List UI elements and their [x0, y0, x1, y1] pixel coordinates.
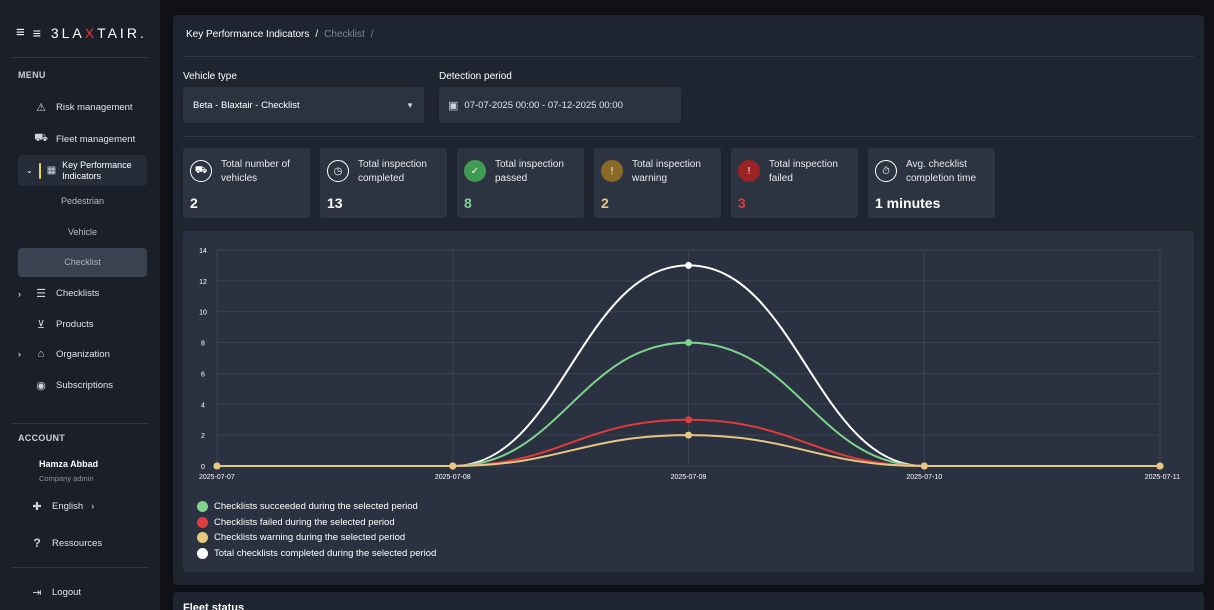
sidebar-item-pedestrian[interactable]: Pedestrian — [18, 196, 147, 206]
breadcrumb-kpi[interactable]: Key Performance Indicators — [186, 29, 309, 40]
chevron-down-icon: ⌄ — [26, 166, 33, 175]
sidebar: ≡ ≡ 3LAXTAIR. MENU ⚠ Risk management ⛟ F… — [0, 0, 160, 610]
legend-item-total[interactable]: Total checklists completed during the se… — [197, 546, 436, 562]
data-point — [920, 462, 928, 470]
y-tick-label: 14 — [199, 248, 207, 255]
language-selector[interactable]: ✚ English › — [30, 500, 160, 513]
logo-text: ≡ 3LAXTAIR. — [32, 24, 147, 41]
y-tick-label: 2 — [201, 433, 205, 440]
detection-period-picker[interactable]: ▣ 07-07-2025 00:00 - 07-12-2025 00:00 — [439, 87, 681, 123]
y-tick-label: 10 — [199, 310, 207, 317]
fleet-status-panel: Fleet status — [173, 592, 1204, 610]
vehicle-icon: ⛟ — [190, 160, 212, 182]
kpi-card-vehicles: ⛟ Total number of vehicles 2 — [183, 148, 310, 218]
stopwatch-icon: ⏱ — [875, 160, 897, 182]
chevron-right-icon: › — [91, 501, 95, 512]
x-tick-label: 2025-07-11 — [1145, 474, 1180, 481]
legend-item-failed[interactable]: Checklists failed during the selected pe… — [197, 515, 436, 531]
cart-icon: ⊻ — [36, 319, 46, 331]
check-icon: ✓ — [464, 160, 486, 182]
sidebar-item-kpi[interactable]: ⌄ ▦ Key Performance Indicators — [18, 155, 147, 186]
legend-marker — [197, 501, 208, 513]
sidebar-item-vehicle[interactable]: Vehicle — [18, 227, 147, 237]
x-tick-label: 2025-07-07 — [199, 474, 235, 481]
main-panel: Key Performance Indicators / Checklist /… — [173, 15, 1204, 585]
sidebar-item-fleet-management[interactable]: ⛟ Fleet management — [18, 132, 148, 146]
active-indicator — [38, 162, 41, 179]
y-tick-label: 12 — [199, 279, 207, 286]
sidebar-divider — [12, 567, 148, 568]
sidebar-item-products[interactable]: ⊻ Products — [18, 318, 148, 331]
logout-button[interactable]: ⇥ Logout — [30, 586, 160, 599]
sidebar-item-checklists[interactable]: › ☰ Checklists — [18, 287, 148, 300]
data-point — [449, 462, 457, 470]
x-tick-label: 2025-07-08 — [435, 474, 471, 481]
kpi-card-failed: ! Total inspection failed 3 — [731, 148, 858, 218]
sidebar-divider — [12, 57, 148, 58]
kpi-card-avg-time: ⏱ Avg. checklist completion time 1 minut… — [868, 148, 995, 218]
y-tick-label: 0 — [201, 464, 205, 471]
grid-icon: ▦ — [46, 165, 57, 176]
account-heading: ACCOUNT — [18, 433, 66, 443]
clock-icon: ◷ — [327, 160, 349, 182]
calendar-icon: ▣ — [448, 99, 459, 112]
data-point — [213, 462, 221, 470]
legend-marker — [197, 532, 208, 544]
detection-period-label: Detection period — [439, 71, 512, 82]
help-icon: ? — [33, 536, 41, 550]
x-tick-label: 2025-07-09 — [671, 474, 707, 481]
filters-divider — [183, 136, 1194, 137]
truck-icon: ⛟ — [34, 132, 48, 144]
legend-marker — [197, 516, 208, 528]
user-name: Hamza Abbad — [39, 459, 99, 469]
chevron-right-icon: › — [18, 349, 21, 359]
menu-icon[interactable]: ≡ — [16, 24, 25, 41]
header-divider — [183, 56, 1194, 57]
legend-marker — [197, 547, 208, 559]
breadcrumb-separator: / — [370, 29, 374, 40]
x-tick-label: 2025-07-10 — [906, 474, 942, 481]
error-icon: ! — [738, 160, 760, 182]
fleet-status-title: Fleet status — [183, 602, 245, 610]
user-role: Company admin — [39, 474, 94, 483]
y-tick-label: 6 — [201, 371, 205, 378]
subscription-icon: ◉ — [36, 380, 46, 392]
sidebar-divider — [12, 423, 148, 424]
caret-down-icon: ▼ — [406, 100, 414, 110]
legend-item-succeeded[interactable]: Checklists succeeded during the selected… — [197, 499, 436, 515]
logout-icon: ⇥ — [32, 587, 42, 599]
kpi-card-warning: ! Total inspection warning 2 — [594, 148, 721, 218]
resources-link[interactable]: ? Ressources — [30, 536, 160, 550]
organization-icon: ⌂ — [37, 348, 45, 360]
breadcrumb: Key Performance Indicators / Checklist / — [186, 29, 374, 40]
sidebar-item-risk-management[interactable]: ⚠ Risk management — [18, 101, 148, 114]
breadcrumb-checklist: Checklist — [324, 29, 365, 40]
y-tick-label: 4 — [201, 402, 205, 409]
data-point — [1156, 462, 1164, 470]
app-logo[interactable]: ≡ ≡ 3LAXTAIR. — [16, 24, 147, 41]
data-point — [685, 431, 692, 439]
checklist-icon: ☰ — [36, 288, 46, 300]
menu-heading: MENU — [18, 70, 46, 80]
kpi-card-completed: ◷ Total inspection completed 13 — [320, 148, 447, 218]
chart-legend: Checklists succeeded during the selected… — [197, 499, 436, 561]
data-point — [685, 261, 692, 269]
checklist-chart: 0 2 4 6 8 10 12 14 2025-07-07 2025-07-08 2025-07-0… — [183, 231, 1194, 572]
legend-item-warning[interactable]: Checklists warning during the selected p… — [197, 530, 436, 546]
chart-canvas: 0 2 4 6 8 10 12 14 2025-07-07 2025-07-08 2025-07-0… — [199, 248, 1180, 481]
sidebar-item-subscriptions[interactable]: ◉ Subscriptions — [18, 379, 148, 392]
sidebar-item-organization[interactable]: › ⌂ Organization — [18, 348, 148, 360]
breadcrumb-separator: / — [315, 29, 319, 40]
data-point — [685, 339, 692, 347]
flag-icon: ✚ — [32, 501, 42, 513]
warning-triangle-icon: ⚠ — [36, 102, 46, 114]
kpi-card-passed: ✓ Total inspection passed 8 — [457, 148, 584, 218]
chevron-right-icon: › — [18, 288, 21, 299]
data-point — [685, 416, 692, 424]
vehicle-type-select[interactable]: Beta - Blaxtair - Checklist ▼ — [183, 87, 424, 123]
exclamation-icon: ! — [601, 160, 623, 182]
y-tick-label: 8 — [201, 341, 205, 348]
vehicle-type-label: Vehicle type — [183, 71, 237, 82]
sidebar-item-checklist[interactable]: Checklist — [18, 248, 147, 277]
